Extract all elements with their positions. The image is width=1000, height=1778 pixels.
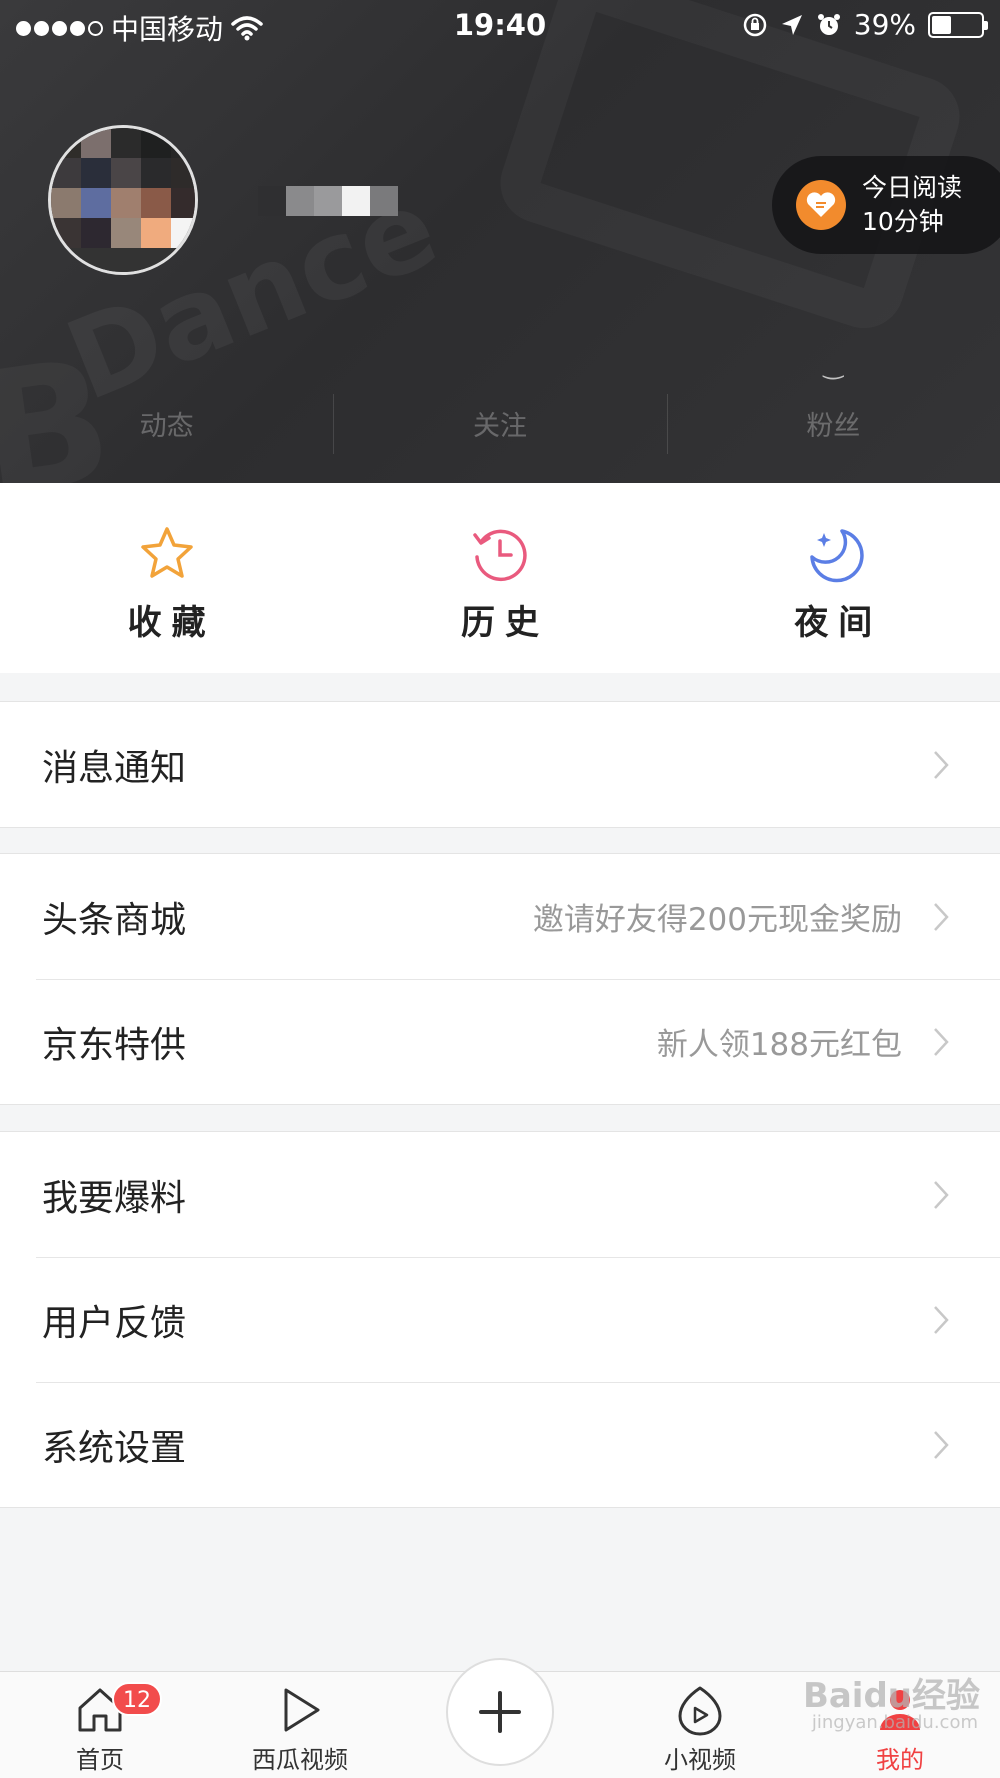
favorites-button[interactable]: 收藏	[0, 483, 333, 673]
menu-group-shopping: 头条商城 邀请好友得200元现金奖励 京东特供 新人领188元红包	[0, 853, 1000, 1105]
tab-profile-label: 我的	[876, 1746, 924, 1774]
battery-percent: 39%	[853, 8, 916, 41]
quick-actions: 收藏 历史 夜间	[0, 483, 1000, 673]
menu-item-label: 头条商城	[42, 899, 187, 941]
notification-badge: 12	[112, 1682, 162, 1716]
clock-history-icon	[473, 529, 527, 582]
menu-item-label: 我要爆料	[42, 1177, 187, 1219]
profile-stats: 动态 关注 ‿ 粉丝	[0, 352, 1000, 460]
chevron-right-icon	[934, 1430, 949, 1459]
plus-icon	[479, 1691, 521, 1733]
history-button[interactable]: 历史	[333, 483, 666, 673]
username-blurred[interactable]	[258, 186, 398, 216]
history-label: 历史	[460, 603, 549, 643]
tab-short-video-label: 小视频	[664, 1746, 736, 1774]
status-bar: 中国移动 19:40 39%	[0, 0, 1000, 50]
play-icon	[284, 1688, 320, 1732]
stat-followers-label: 粉丝	[806, 411, 861, 442]
menu-item-label: 消息通知	[42, 747, 187, 789]
menu-item-report-news[interactable]: 我要爆料	[0, 1132, 1000, 1257]
chevron-right-icon	[934, 1180, 949, 1209]
menu-item-label: 用户反馈	[42, 1302, 187, 1344]
daily-reading-badge[interactable]: 今日阅读 10分钟	[772, 156, 1000, 254]
stat-followers[interactable]: ‿ 粉丝	[666, 352, 1000, 460]
avatar[interactable]	[48, 125, 198, 275]
menu-item-label: 京东特供	[42, 1024, 187, 1066]
location-icon	[781, 14, 802, 35]
menu-item-settings[interactable]: 系统设置	[0, 1382, 1000, 1507]
publish-button[interactable]	[446, 1658, 554, 1766]
menu-item-subtitle: 新人领188元红包	[656, 1027, 902, 1063]
baidu-watermark: Baidu经验	[802, 1676, 980, 1716]
chevron-right-icon	[934, 902, 949, 931]
menu-group-misc: 我要爆料 用户反馈 系统设置	[0, 1131, 1000, 1508]
menu-item-label: 系统设置	[42, 1427, 187, 1469]
alarm-icon	[817, 13, 840, 35]
menu-group-notifications: 消息通知	[0, 701, 1000, 828]
battery-icon	[928, 11, 988, 38]
chevron-right-icon	[934, 1027, 949, 1056]
tab-xigua-video[interactable]: 西瓜视频	[220, 1682, 380, 1775]
reading-title: 今日阅读	[862, 173, 963, 202]
stat-posts[interactable]: 动态	[0, 380, 333, 460]
tab-short-video[interactable]: 小视频	[620, 1682, 780, 1775]
stat-following[interactable]: 关注	[333, 380, 666, 460]
short-video-icon	[678, 1686, 722, 1736]
star-icon	[140, 527, 193, 578]
chevron-right-icon	[934, 750, 949, 779]
menu-item-jd-special[interactable]: 京东特供 新人领188元红包	[0, 979, 1000, 1104]
stat-followers-value: ‿	[823, 352, 843, 380]
favorites-label: 收藏	[127, 603, 216, 643]
menu-item-subtitle: 邀请好友得200元现金奖励	[532, 902, 902, 938]
tab-xigua-label: 西瓜视频	[252, 1746, 348, 1774]
stat-following-label: 关注	[472, 411, 527, 442]
tab-home-label: 首页	[76, 1746, 124, 1774]
heart-book-icon	[796, 180, 846, 230]
moon-icon	[810, 529, 864, 583]
menu-item-notifications[interactable]: 消息通知	[0, 702, 1000, 827]
menu-item-toutiao-mall[interactable]: 头条商城 邀请好友得200元现金奖励	[0, 854, 1000, 979]
reading-duration: 10分钟	[862, 207, 944, 236]
stat-posts-label: 动态	[139, 411, 194, 442]
tab-home[interactable]: 首页 12	[20, 1682, 180, 1775]
menu-item-feedback[interactable]: 用户反馈	[0, 1257, 1000, 1382]
profile-header: Dance B 中国移动 19:40	[0, 0, 1000, 483]
chevron-right-icon	[934, 1305, 949, 1334]
night-mode-label: 夜间	[794, 603, 883, 643]
baidu-watermark-url: jingyan.baidu.com	[811, 1712, 978, 1733]
rotation-lock-icon	[743, 13, 767, 36]
night-mode-button[interactable]: 夜间	[667, 483, 1000, 673]
